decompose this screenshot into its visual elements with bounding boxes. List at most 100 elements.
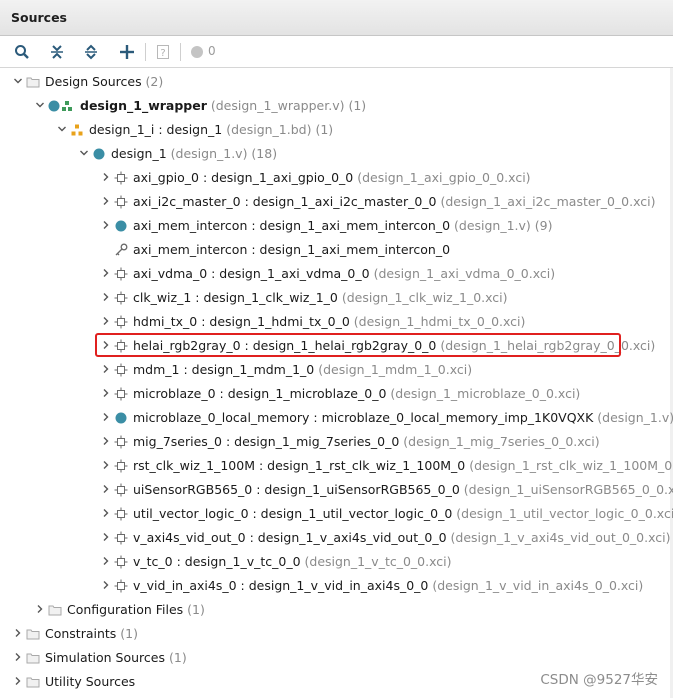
tree-item[interactable]: design_1 (design_1.v) (18)	[0, 142, 673, 166]
tree-item[interactable]: axi_gpio_0 : design_1_axi_gpio_0_0 (desi…	[0, 166, 673, 190]
chevron-down-icon[interactable]	[78, 147, 90, 159]
tree-item-text: uiSensorRGB565_0 : design_1_uiSensorRGB5…	[133, 482, 673, 497]
chevron-right-icon[interactable]	[12, 651, 24, 663]
tree-item-label: microblaze_0 : design_1_microblaze_0_0	[133, 386, 387, 401]
expand-all-icon[interactable]	[80, 41, 102, 63]
tree-item-label: design_1_wrapper	[80, 98, 207, 113]
chevron-right-icon[interactable]	[100, 555, 112, 567]
tree-item[interactable]: rst_clk_wiz_1_100M : design_1_rst_clk_wi…	[0, 454, 673, 478]
collapse-all-icon[interactable]	[46, 41, 68, 63]
tree-item-detail: (design_1_util_vector_logic_0_0.xci)	[452, 506, 673, 521]
chevron-right-icon[interactable]	[100, 171, 112, 183]
tree-item[interactable]: axi_vdma_0 : design_1_axi_vdma_0_0 (desi…	[0, 262, 673, 286]
tree-item-detail: (design_1_v_tc_0_0.xci)	[300, 554, 452, 569]
tree-item-label: clk_wiz_1 : design_1_clk_wiz_1_0	[133, 290, 338, 305]
ip-core-icon	[114, 555, 128, 569]
tree-item-label: Simulation Sources	[45, 650, 166, 665]
chevron-right-icon[interactable]	[100, 387, 112, 399]
chevron-right-icon[interactable]	[100, 363, 112, 375]
tree-item-label: axi_mem_intercon : design_1_axi_mem_inte…	[133, 242, 451, 257]
chevron-right-icon[interactable]	[100, 219, 112, 231]
tree-item[interactable]: v_vid_in_axi4s_0 : design_1_v_vid_in_axi…	[0, 574, 673, 598]
tree-item[interactable]: design_1_wrapper (design_1_wrapper.v) (1…	[0, 94, 673, 118]
tree-item-label: rst_clk_wiz_1_100M : design_1_rst_clk_wi…	[133, 458, 466, 473]
tree-item-detail: (design_1_v_axi4s_vid_out_0_0.xci)	[446, 530, 671, 545]
chevron-down-icon[interactable]	[12, 75, 24, 87]
tree-item[interactable]: Design Sources (2)	[0, 70, 673, 94]
tree-item[interactable]: util_vector_logic_0 : design_1_util_vect…	[0, 502, 673, 526]
plus-icon[interactable]	[116, 41, 138, 63]
tree-item[interactable]: Simulation Sources (1)	[0, 646, 673, 670]
chevron-right-icon[interactable]	[100, 291, 112, 303]
ip-core-icon	[114, 435, 128, 449]
chevron-right-icon[interactable]	[100, 195, 112, 207]
tree-item[interactable]: clk_wiz_1 : design_1_clk_wiz_1_0 (design…	[0, 286, 673, 310]
tree-item-detail: (design_1.v) (9)	[450, 218, 553, 233]
chevron-right-icon[interactable]	[100, 435, 112, 447]
tree-item[interactable]: v_axi4s_vid_out_0 : design_1_v_axi4s_vid…	[0, 526, 673, 550]
chevron-right-icon[interactable]	[100, 267, 112, 279]
ip-core-icon	[114, 507, 128, 521]
tree-item-text: axi_gpio_0 : design_1_axi_gpio_0_0 (desi…	[133, 170, 531, 185]
chevron-down-icon[interactable]	[56, 123, 68, 135]
panel-title: Sources	[11, 10, 67, 25]
tree-item-text: Constraints (1)	[45, 626, 138, 641]
tree-item[interactable]: hdmi_tx_0 : design_1_hdmi_tx_0_0 (design…	[0, 310, 673, 334]
tree-item-text: hdmi_tx_0 : design_1_hdmi_tx_0_0 (design…	[133, 314, 525, 329]
tree-item-label: mig_7series_0 : design_1_mig_7series_0_0	[133, 434, 400, 449]
tree-item-detail: (design_1_wrapper.v) (1)	[206, 98, 367, 113]
tree-item-text: axi_i2c_master_0 : design_1_axi_i2c_mast…	[133, 194, 655, 209]
ip-core-icon	[114, 363, 128, 377]
chevron-down-icon[interactable]	[34, 99, 46, 111]
module-dot-icon	[114, 411, 128, 425]
chevron-right-icon[interactable]	[100, 531, 112, 543]
ip-core-icon	[114, 171, 128, 185]
tree-item-text: rst_clk_wiz_1_100M : design_1_rst_clk_wi…	[133, 458, 673, 473]
tree-item-text: Utility Sources	[45, 674, 135, 689]
tree-item-detail: (design_1.v) (5)	[597, 410, 673, 425]
chevron-right-icon[interactable]	[100, 483, 112, 495]
tree-item-detail: (design_1_axi_gpio_0_0.xci)	[353, 170, 531, 185]
tree-item[interactable]: microblaze_0 : design_1_microblaze_0_0 (…	[0, 382, 673, 406]
tree-item-detail: (design_1_axi_i2c_master_0_0.xci)	[436, 194, 656, 209]
chevron-right-icon[interactable]	[34, 603, 46, 615]
tree-item[interactable]: Constraints (1)	[0, 622, 673, 646]
tree-item-label: axi_gpio_0 : design_1_axi_gpio_0_0	[133, 170, 354, 185]
search-icon[interactable]	[11, 41, 33, 63]
tree-item[interactable]: microblaze_0_local_memory : microblaze_0…	[0, 406, 673, 430]
tree-item-label: v_axi4s_vid_out_0 : design_1_v_axi4s_vid…	[133, 530, 447, 545]
chevron-right-icon[interactable]	[100, 579, 112, 591]
tree-item[interactable]: design_1_i : design_1 (design_1.bd) (1)	[0, 118, 673, 142]
tree-item-label: Design Sources	[45, 74, 142, 89]
tree-item[interactable]: Configuration Files (1)	[0, 598, 673, 622]
chevron-right-icon[interactable]	[12, 675, 24, 687]
module-dot-icon	[92, 147, 106, 161]
panel-header: Sources	[0, 0, 673, 36]
tree-item[interactable]: mdm_1 : design_1_mdm_1_0 (design_1_mdm_1…	[0, 358, 673, 382]
tree-item[interactable]: axi_mem_intercon : design_1_axi_mem_inte…	[0, 238, 673, 262]
chevron-right-icon[interactable]	[100, 411, 112, 423]
tree-item-text: axi_vdma_0 : design_1_axi_vdma_0_0 (desi…	[133, 266, 555, 281]
toolbar-separator	[180, 43, 181, 61]
tree-item[interactable]: v_tc_0 : design_1_v_tc_0_0 (design_1_v_t…	[0, 550, 673, 574]
chevron-right-icon[interactable]	[100, 459, 112, 471]
tree-item-label: axi_mem_intercon : design_1_axi_mem_inte…	[133, 218, 451, 233]
tree-item-label: uiSensorRGB565_0 : design_1_uiSensorRGB5…	[133, 482, 460, 497]
tree-item-text: mdm_1 : design_1_mdm_1_0 (design_1_mdm_1…	[133, 362, 472, 377]
tree-item-detail: (design_1.v) (18)	[166, 146, 278, 161]
tree-item[interactable]: uiSensorRGB565_0 : design_1_uiSensorRGB5…	[0, 478, 673, 502]
chevron-right-icon[interactable]	[100, 315, 112, 327]
tree-item-label: design_1_i : design_1	[89, 122, 223, 137]
tree-item[interactable]: mig_7series_0 : design_1_mig_7series_0_0…	[0, 430, 673, 454]
chevron-right-icon[interactable]	[100, 507, 112, 519]
tree-item-label: v_tc_0 : design_1_v_tc_0_0	[133, 554, 301, 569]
question-file-icon[interactable]: ?	[152, 41, 174, 63]
tree-item-label: design_1	[111, 146, 167, 161]
tree-item-label: axi_i2c_master_0 : design_1_axi_i2c_mast…	[133, 194, 437, 209]
tree-item-text: microblaze_0_local_memory : microblaze_0…	[133, 410, 673, 425]
tree-item[interactable]: axi_i2c_master_0 : design_1_axi_i2c_mast…	[0, 190, 673, 214]
tree-item-text: Configuration Files (1)	[67, 602, 205, 617]
tree-item-label: util_vector_logic_0 : design_1_util_vect…	[133, 506, 453, 521]
tree-item[interactable]: axi_mem_intercon : design_1_axi_mem_inte…	[0, 214, 673, 238]
chevron-right-icon[interactable]	[12, 627, 24, 639]
